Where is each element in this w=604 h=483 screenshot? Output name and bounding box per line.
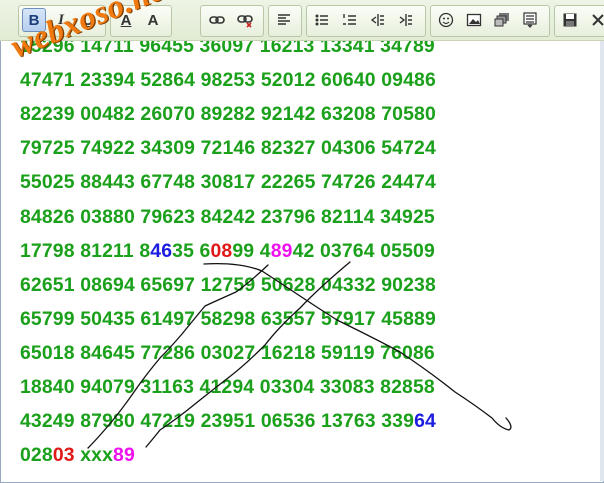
numbered-list-icon: [343, 14, 356, 25]
gallery-icon: [494, 13, 509, 27]
number-line: 47471 23394 52864 98253 52012 60640 0948…: [20, 69, 436, 97]
number-line: 62651 08694 65697 12759 50628 04332 9023…: [20, 274, 436, 302]
editor-content[interactable]: 15296 14711 96455 36097 16213 13341 3478…: [0, 41, 604, 483]
save-group: [554, 5, 604, 37]
save-button[interactable]: [558, 8, 582, 32]
number-text: 18840 94079 31163 41294 03304 33083 8285…: [20, 376, 435, 398]
number-text: 65018 84645 77286 03027 16218 59119 7608…: [20, 341, 435, 364]
emoticon-button[interactable]: [434, 8, 458, 32]
highlighted-number: 89: [270, 239, 293, 262]
number-line: 65018 84645 77286 03027 16218 59119 7608…: [20, 342, 435, 370]
number-text: 99 4: [232, 239, 271, 262]
insert-media-button[interactable]: [490, 8, 514, 32]
close-icon: [592, 14, 604, 26]
number-line: 84826 03880 79623 84242 23796 82114 3492…: [20, 206, 435, 234]
number-text: 84826 03880 79623 84242 23796 82114 3492…: [20, 205, 435, 228]
highlighted-number: 46: [150, 239, 173, 262]
unlink-button[interactable]: [233, 8, 257, 32]
number-text: 79725 74922 34309 72146 82327 04306 5472…: [20, 137, 436, 160]
number-text: 35 6: [172, 239, 211, 262]
scrollbar[interactable]: [600, 41, 604, 481]
numbered-list-button[interactable]: [338, 8, 362, 32]
image-icon: [466, 13, 482, 27]
insert-table-button[interactable]: [518, 8, 542, 32]
link-button[interactable]: [205, 8, 229, 32]
number-text: 17798 81211 8: [20, 239, 151, 262]
bullet-list-button[interactable]: [310, 8, 334, 32]
list-group: [306, 5, 426, 37]
number-line: 82239 00482 26070 89282 92142 63208 7058…: [20, 103, 436, 131]
number-text: 65799 50435 61497 58298 63557 57917 4588…: [20, 307, 436, 330]
indent-button[interactable]: [394, 8, 418, 32]
number-line: 65799 50435 61497 58298 63557 57917 4588…: [20, 308, 436, 336]
number-text: 028: [20, 444, 53, 467]
number-text: 55025 88443 67748 30817 22265 74726 2447…: [20, 171, 436, 194]
number-line: 55025 88443 67748 30817 22265 74726 2447…: [20, 171, 436, 199]
highlighted-number: 08: [210, 239, 233, 262]
indent-icon: [399, 14, 412, 26]
document-icon: [523, 12, 537, 28]
bullet-list-icon: [315, 14, 328, 26]
outdent-button[interactable]: [366, 8, 390, 32]
align-left-button[interactable]: [272, 8, 296, 32]
number-text: 62651 08694 65697 12759 50628 04332 9023…: [20, 273, 436, 296]
unlink-icon: [237, 15, 253, 28]
number-text: 82239 00482 26070 89282 92142 63208 7058…: [20, 103, 436, 126]
highlighted-number: 64: [414, 410, 436, 433]
smiley-icon: [438, 12, 454, 28]
number-line: 02803 xxx89: [20, 444, 135, 472]
number-text: 15296 14711 96455 36097 16213 13341 3478…: [20, 41, 435, 57]
floppy-disk-icon: [563, 13, 577, 27]
outdent-icon: [370, 14, 384, 26]
number-text: 43249 87980 47219 23951 06536 13763 339: [20, 410, 415, 433]
number-text: 42 03764 05509: [292, 239, 435, 262]
highlighted-number: 89: [113, 444, 135, 467]
highlighted-number: 03: [52, 444, 75, 467]
number-text: xxx: [74, 444, 114, 467]
align-group: [268, 5, 302, 37]
close-button[interactable]: [586, 8, 604, 32]
insert-group: [430, 5, 550, 37]
number-line: 43249 87980 47219 23951 06536 13763 3396…: [20, 410, 436, 438]
number-line: 79725 74922 34309 72146 82327 04306 5472…: [20, 137, 436, 165]
number-text: 47471 23394 52864 98253 52012 60640 0948…: [20, 69, 436, 92]
align-left-icon: [278, 14, 290, 25]
number-line: 18840 94079 31163 41294 03304 33083 8285…: [20, 376, 435, 404]
number-line: 17798 81211 84635 60899 48942 03764 0550…: [20, 240, 435, 268]
insert-image-button[interactable]: [462, 8, 486, 32]
link-group: [200, 5, 264, 37]
number-line: 15296 14711 96455 36097 16213 13341 3478…: [20, 41, 435, 63]
link-icon: [209, 16, 225, 24]
